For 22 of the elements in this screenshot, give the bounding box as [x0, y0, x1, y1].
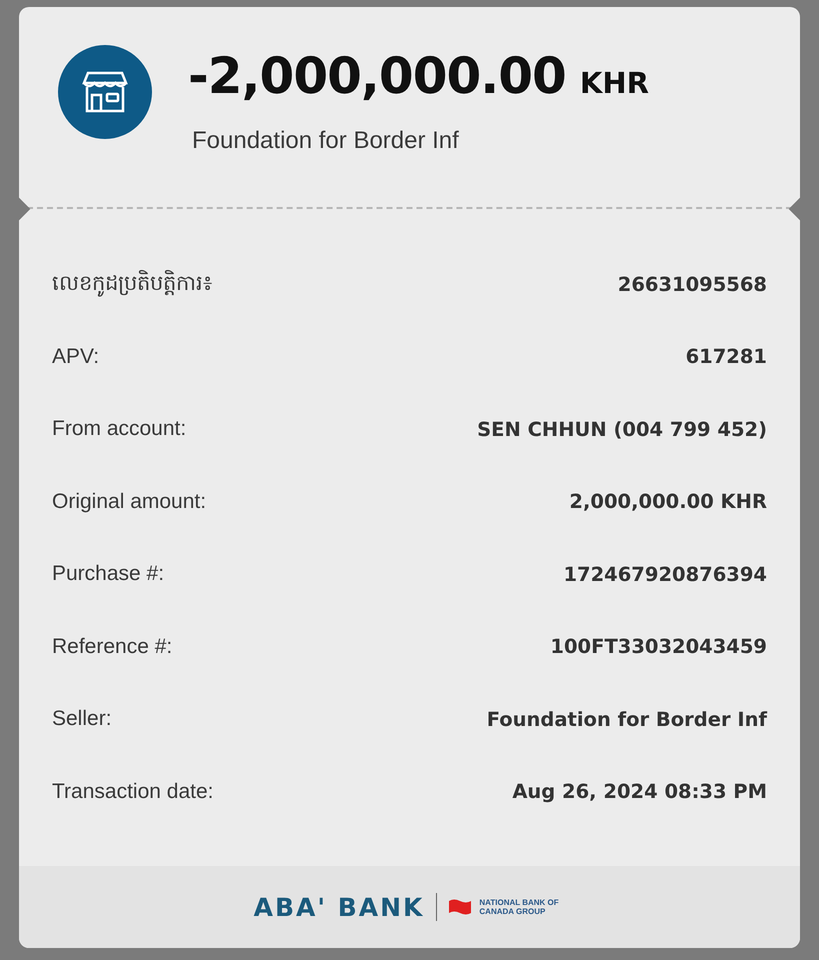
bank-logo: ABA' BANK — [254, 892, 424, 922]
detail-value: SEN CHHUN (004 799 452) — [477, 418, 767, 441]
detail-value: 172467920876394 — [563, 562, 767, 586]
detail-value: Foundation for Border Inf — [486, 708, 767, 731]
detail-value: Aug 26, 2024 08:33 PM — [512, 780, 767, 804]
amount: -2,000,000.00 — [188, 47, 566, 105]
detail-label: Purchase #: — [52, 562, 164, 586]
detail-value: 2,000,000.00 KHR — [569, 490, 767, 514]
currency: KHR — [580, 66, 649, 100]
detail-value: 617281 — [686, 345, 767, 368]
flag-icon — [449, 899, 472, 915]
detail-label: Original amount: — [52, 490, 206, 514]
group-name: NATIONAL BANK OF CANADA GROUP — [479, 898, 560, 916]
detail-label: Seller: — [52, 707, 112, 732]
merchant-name: Foundation for Border Inf — [192, 127, 460, 155]
detail-label: Reference #: — [52, 634, 172, 659]
detail-label: From account: — [52, 417, 186, 442]
detail-label: លេខកូដប្រតិបត្តិការ៖ — [52, 269, 212, 299]
detail-label: APV: — [52, 344, 100, 369]
detail-label: Transaction date: — [52, 780, 214, 804]
detail-value: 100FT33032043459 — [550, 635, 767, 658]
detail-value: 26631095568 — [618, 272, 767, 296]
